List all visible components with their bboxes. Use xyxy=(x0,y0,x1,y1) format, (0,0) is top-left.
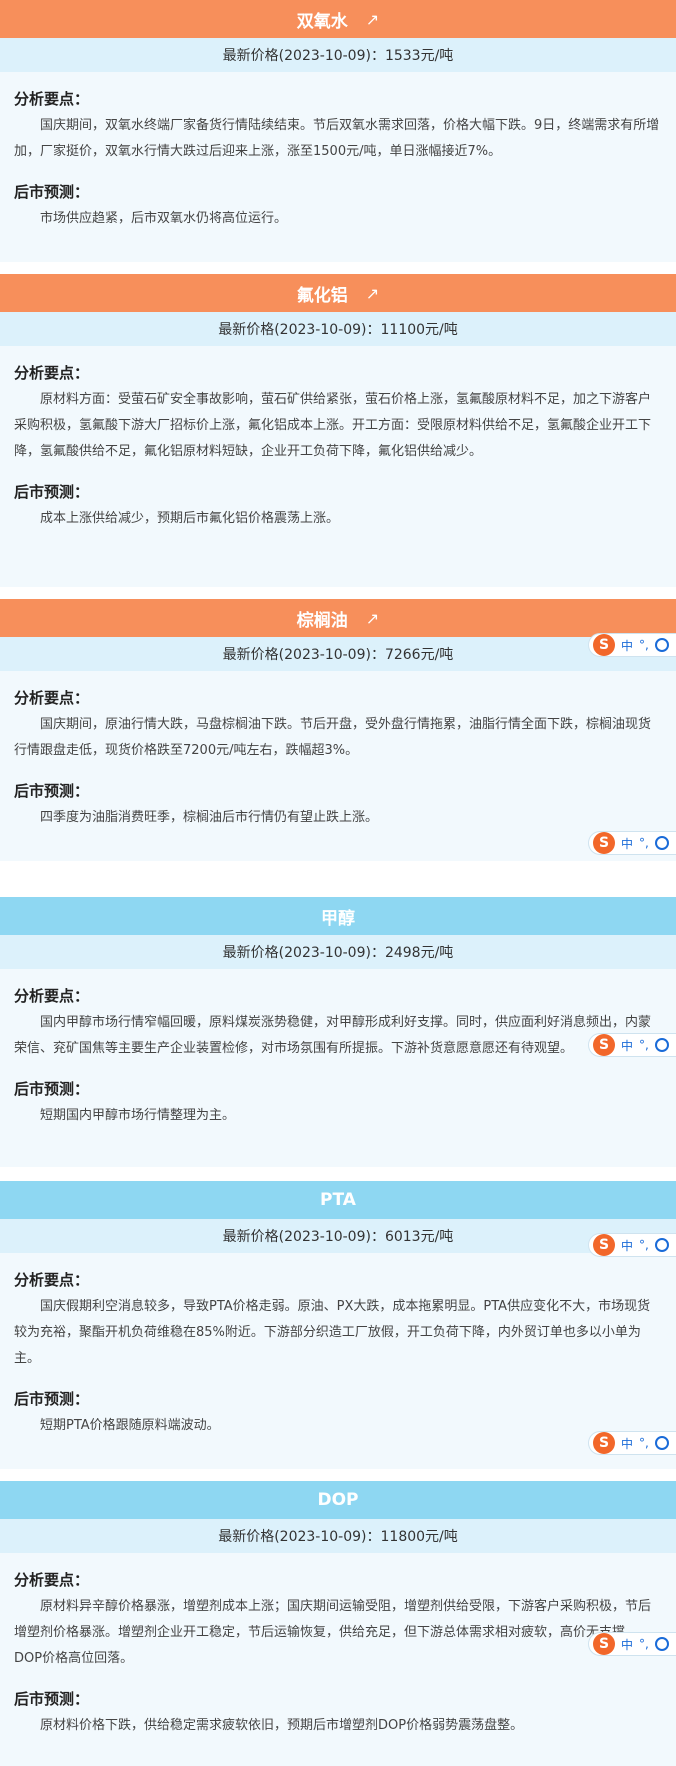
card-header: 氟化铝 ↗ xyxy=(0,274,676,312)
ime-mode-toggle[interactable]: 中 xyxy=(621,1037,633,1054)
latest-price: 最新价格(2023-10-09)：1533元/吨 xyxy=(0,38,676,72)
product-name: DOP xyxy=(317,1490,359,1510)
sogou-logo-icon[interactable]: S xyxy=(593,634,615,656)
ime-mode-toggle[interactable]: 中 xyxy=(621,835,633,852)
ime-mode-toggle[interactable]: 中 xyxy=(621,1435,633,1452)
forecast-text: 短期国内甲醇市场行情整理为主。 xyxy=(40,1108,236,1123)
product-card-dop: DOP 最新价格(2023-10-09)：11800元/吨 分析要点： 原材料异… xyxy=(0,1481,676,1766)
ime-punct-toggle[interactable]: °, xyxy=(639,1637,649,1651)
product-name: 棕榈油 xyxy=(296,610,348,631)
forecast-title: 后市预测： xyxy=(14,782,90,800)
ime-punct-toggle[interactable]: °, xyxy=(639,836,649,850)
latest-price: 最新价格(2023-10-09)：7266元/吨 xyxy=(0,637,676,671)
product-name: 双氧水 xyxy=(296,11,348,32)
card-header: 棕榈油 ↗ xyxy=(0,599,676,637)
sogou-logo-icon[interactable]: S xyxy=(593,1432,615,1454)
product-card-pta: PTA 最新价格(2023-10-09)：6013元/吨 分析要点： 国庆假期利… xyxy=(0,1181,676,1469)
forecast-title: 后市预测： xyxy=(14,183,90,201)
analysis-title: 分析要点： xyxy=(14,1571,90,1589)
product-card-methanol: 甲醇 最新价格(2023-10-09)：2498元/吨 分析要点： 国内甲醇市场… xyxy=(0,897,676,1167)
analysis-text: 国庆期间，原油行情大跌，马盘棕榈油下跌。节后开盘，受外盘行情拖累，油脂行情全面下… xyxy=(14,717,652,758)
product-name: 氟化铝 xyxy=(296,285,348,306)
analysis-title: 分析要点： xyxy=(14,689,90,707)
ime-toolbar[interactable]: S 中 °, xyxy=(588,831,676,855)
product-name: PTA xyxy=(320,1190,356,1210)
forecast-title: 后市预测： xyxy=(14,1690,90,1708)
smile-icon[interactable] xyxy=(654,1637,669,1651)
forecast-title: 后市预测： xyxy=(14,483,90,501)
card-header: DOP xyxy=(0,1481,676,1519)
smile-icon[interactable] xyxy=(654,638,669,652)
ime-toolbar[interactable]: S 中 °, xyxy=(588,1632,676,1656)
product-card-aluminum-fluoride: 氟化铝 ↗ 最新价格(2023-10-09)：11100元/吨 分析要点： 原材… xyxy=(0,274,676,587)
ime-mode-toggle[interactable]: 中 xyxy=(621,637,633,654)
ime-toolbar[interactable]: S 中 °, xyxy=(588,1233,676,1257)
ime-punct-toggle[interactable]: °, xyxy=(639,638,649,652)
forecast-text: 市场供应趋紧，后市双氧水仍将高位运行。 xyxy=(40,211,288,226)
forecast-text: 四季度为油脂消费旺季，棕榈油后市行情仍有望止跌上涨。 xyxy=(40,810,379,825)
ime-toolbar[interactable]: S 中 °, xyxy=(588,1033,676,1057)
ime-punct-toggle[interactable]: °, xyxy=(639,1038,649,1052)
forecast-title: 后市预测： xyxy=(14,1390,90,1408)
product-card-palm-oil: 棕榈油 ↗ 最新价格(2023-10-09)：7266元/吨 分析要点： 国庆期… xyxy=(0,599,676,861)
latest-price: 最新价格(2023-10-09)：6013元/吨 xyxy=(0,1219,676,1253)
smile-icon[interactable] xyxy=(654,1238,669,1252)
analysis-text: 国庆期间，双氧水终端厂家备货行情陆续结束。节后双氧水需求回落，价格大幅下跌。9日… xyxy=(14,118,660,159)
forecast-text: 原材料价格下跌，供给稳定需求疲软依旧，预期后市增塑剂DOP价格弱势震荡盘整。 xyxy=(40,1718,524,1733)
sogou-logo-icon[interactable]: S xyxy=(593,1234,615,1256)
analysis-title: 分析要点： xyxy=(14,90,90,108)
card-header: 甲醇 xyxy=(0,897,676,935)
analysis-text: 国庆假期利空消息较多，导致PTA价格走弱。原油、PX大跌，成本拖累明显。PTA供… xyxy=(14,1299,651,1366)
sogou-logo-icon[interactable]: S xyxy=(593,1633,615,1655)
forecast-text: 成本上涨供给减少，预期后市氟化铝价格震荡上涨。 xyxy=(40,511,340,526)
arrow-up-right-icon: ↗ xyxy=(365,283,380,303)
smile-icon[interactable] xyxy=(654,1436,669,1450)
smile-icon[interactable] xyxy=(654,836,669,850)
arrow-up-right-icon: ↗ xyxy=(365,9,380,29)
analysis-title: 分析要点： xyxy=(14,364,90,382)
analysis-title: 分析要点： xyxy=(14,987,90,1005)
ime-punct-toggle[interactable]: °, xyxy=(639,1238,649,1252)
analysis-text: 原材料异辛醇价格暴涨，增塑剂成本上涨；国庆期间运输受阻，增塑剂供给受限，下游客户… xyxy=(14,1599,652,1666)
sogou-logo-icon[interactable]: S xyxy=(593,832,615,854)
latest-price: 最新价格(2023-10-09)：2498元/吨 xyxy=(0,935,676,969)
product-name: 甲醇 xyxy=(321,908,355,929)
card-header: 双氧水 ↗ xyxy=(0,0,676,38)
forecast-title: 后市预测： xyxy=(14,1080,90,1098)
ime-toolbar[interactable]: S 中 °, xyxy=(588,1431,676,1455)
analysis-title: 分析要点： xyxy=(14,1271,90,1289)
smile-icon[interactable] xyxy=(654,1038,669,1052)
ime-punct-toggle[interactable]: °, xyxy=(639,1436,649,1450)
forecast-text: 短期PTA价格跟随原料端波动。 xyxy=(40,1418,220,1433)
analysis-text: 原材料方面：受萤石矿安全事故影响，萤石矿供给紧张，萤石价格上涨，氢氟酸原材料不足… xyxy=(14,392,652,459)
ime-toolbar[interactable]: S 中 °, xyxy=(588,633,676,657)
ime-mode-toggle[interactable]: 中 xyxy=(621,1636,633,1653)
arrow-up-right-icon: ↗ xyxy=(365,608,380,628)
ime-mode-toggle[interactable]: 中 xyxy=(621,1237,633,1254)
product-card-hydrogen-peroxide: 双氧水 ↗ 最新价格(2023-10-09)：1533元/吨 分析要点： 国庆期… xyxy=(0,0,676,262)
latest-price: 最新价格(2023-10-09)：11100元/吨 xyxy=(0,312,676,346)
analysis-text: 国内甲醇市场行情窄幅回暖，原料煤炭涨势稳健，对甲醇形成利好支撑。同时，供应面利好… xyxy=(14,1015,652,1056)
card-header: PTA xyxy=(0,1181,676,1219)
sogou-logo-icon[interactable]: S xyxy=(593,1034,615,1056)
latest-price: 最新价格(2023-10-09)：11800元/吨 xyxy=(0,1519,676,1553)
